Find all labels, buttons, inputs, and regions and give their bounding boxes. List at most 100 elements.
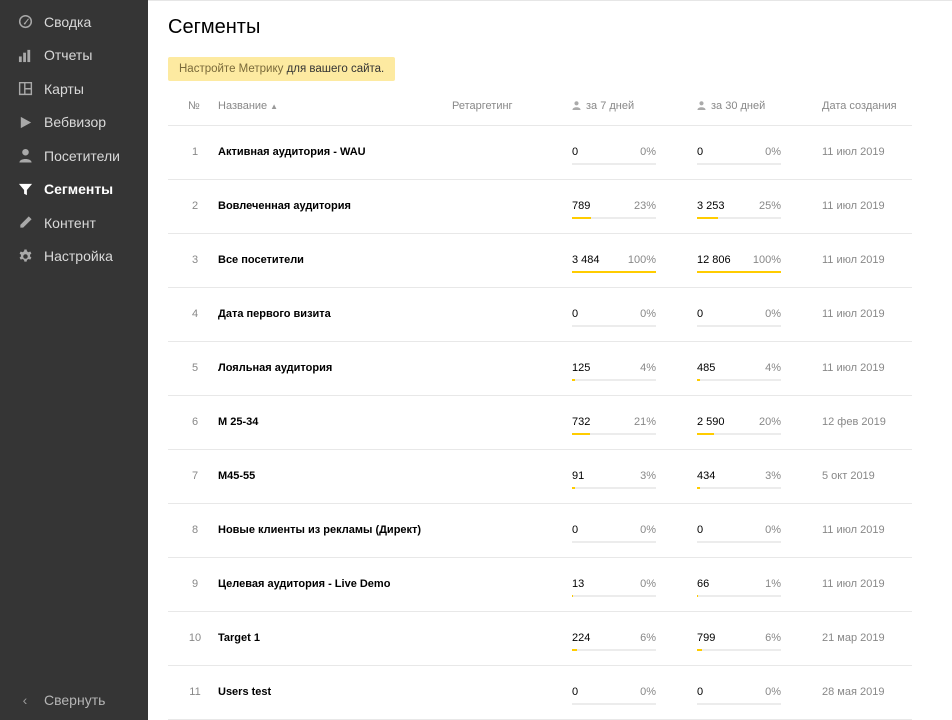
visitors-week-value: 13 — [572, 578, 585, 590]
segment-name-link[interactable]: Target 1 — [218, 632, 260, 644]
visitors-week-percent: 21% — [633, 416, 656, 428]
header-retargeting[interactable]: Ретаргетинг — [452, 100, 513, 112]
sidebar-item-3[interactable]: Карты — [0, 72, 148, 106]
visitors-month-metric: 3 253 25% — [697, 200, 781, 220]
segment-name-link[interactable]: М 25-34 — [218, 416, 258, 428]
map-icon — [17, 81, 33, 97]
visitors-month-bar-fill — [697, 379, 701, 381]
notice-text: для вашего сайта. — [283, 63, 385, 75]
table-row: 10 Target 1 224 6% 799 6% 21 мар 2019 — [168, 612, 912, 666]
visitors-month-metric: 2 590 20% — [697, 416, 781, 436]
visitors-month-bar — [697, 487, 781, 489]
visitors-week-value: 0 — [572, 524, 579, 536]
visitors-month-bar — [697, 163, 781, 165]
creation-date: 5 окт 2019 — [822, 470, 875, 482]
row-number: 10 — [188, 632, 202, 644]
bar-chart-icon — [17, 47, 33, 63]
visitors-month-value: 0 — [697, 308, 704, 320]
visitors-week-percent: 0% — [640, 146, 656, 158]
table-row: 8 Новые клиенты из рекламы (Директ) 0 0% 0 0%… — [168, 504, 912, 558]
sidebar-nav: Сводка Отчеты Карты Вебвизор Посетители Сегме… — [0, 5, 148, 273]
visitors-week-metric: 732 21% — [572, 416, 656, 436]
table-row: 7 М45-55 91 3% 434 3% 5 окт 2019 — [168, 450, 912, 504]
creation-date: 11 июл 2019 — [822, 146, 885, 158]
creation-date: 11 июл 2019 — [822, 578, 885, 590]
sidebar: Сводка Отчеты Карты Вебвизор Посетители Сегме… — [0, 0, 148, 720]
creation-date: 11 июл 2019 — [822, 362, 885, 374]
sidebar-item-7[interactable]: Контент — [0, 206, 148, 240]
collapse-sidebar-button[interactable]: ‹ Свернуть — [17, 692, 106, 708]
visitors-week-metric: 0 0% — [572, 308, 656, 328]
sidebar-item-8[interactable]: Настройка — [0, 240, 148, 274]
sidebar-item-label: Сводка — [44, 13, 92, 30]
setup-metrika-link[interactable]: Настройте Метрику — [179, 63, 283, 75]
visitors-week-metric: 91 3% — [572, 470, 656, 490]
header-week[interactable]: за 7 дней — [572, 100, 634, 112]
segment-name-link[interactable]: Целевая аудитория - Live Demo — [218, 578, 390, 590]
user-icon — [17, 148, 33, 164]
segment-name-link[interactable]: Все посетители — [218, 254, 304, 266]
visitors-month-metric: 0 0% — [697, 524, 781, 544]
dashboard-icon — [17, 14, 33, 30]
segment-name-link[interactable]: М45-55 — [218, 470, 255, 482]
segment-name-link[interactable]: Вовлеченная аудитория — [218, 200, 351, 212]
visitors-month-value: 799 — [697, 632, 716, 644]
visitors-week-bar — [572, 541, 656, 543]
sidebar-item-label: Сегменты — [44, 181, 114, 198]
visitors-week-metric: 0 0% — [572, 686, 656, 706]
header-month-label: за 30 дней — [711, 100, 766, 112]
visitors-week-bar-fill — [572, 649, 578, 651]
visitors-month-percent: 4% — [765, 362, 781, 374]
visitors-week-bar — [572, 595, 656, 597]
visitors-week-bar — [572, 163, 656, 165]
segment-name-link[interactable]: Активная аудитория - WAU — [218, 146, 366, 158]
visitors-week-value: 0 — [572, 146, 579, 158]
row-number: 11 — [189, 686, 201, 698]
header-created[interactable]: Дата создания — [822, 100, 897, 112]
sidebar-item-2[interactable]: Отчеты — [0, 39, 148, 73]
user-icon — [572, 101, 581, 110]
creation-date: 11 июл 2019 — [822, 524, 885, 536]
row-number: 9 — [191, 578, 199, 590]
sidebar-item-label: Отчеты — [44, 47, 93, 64]
segment-name-link[interactable]: Дата первого визита — [218, 308, 331, 320]
segment-name-link[interactable]: Users test — [218, 686, 271, 698]
sidebar-item-5[interactable]: Посетители — [0, 139, 148, 173]
sidebar-item-1[interactable]: Сводка — [0, 5, 148, 39]
collapse-label: Свернуть — [44, 692, 106, 708]
table-row: 3 Все посетители 3 484 100% 12 806 100% 11 июл… — [168, 234, 912, 288]
visitors-week-bar — [572, 271, 656, 273]
table-row: 4 Дата первого визита 0 0% 0 0% 11 июл 2019 — [168, 288, 912, 342]
visitors-month-metric: 0 0% — [697, 308, 781, 328]
table-header: № Название ▲ Ретаргетинг за 7 дней за 30 … — [168, 87, 912, 126]
header-name[interactable]: Название ▲ — [218, 100, 278, 112]
visitors-month-percent: 100% — [752, 254, 781, 266]
visitors-month-bar-fill — [697, 487, 700, 489]
sidebar-item-4[interactable]: Вебвизор — [0, 106, 148, 140]
row-number: 5 — [191, 362, 199, 374]
visitors-week-metric: 224 6% — [572, 632, 656, 652]
play-icon — [17, 114, 33, 130]
visitors-month-value: 434 — [697, 470, 716, 482]
header-month[interactable]: за 30 дней — [697, 100, 765, 112]
visitors-month-metric: 66 1% — [697, 578, 781, 598]
table-body: 1 Активная аудитория - WAU 0 0% 0 0% 11 июл 20… — [168, 126, 912, 720]
segment-name-link[interactable]: Лояльная аудитория — [218, 362, 332, 374]
visitors-month-bar-fill — [697, 217, 718, 219]
sidebar-item-label: Карты — [44, 80, 84, 97]
creation-date: 11 июл 2019 — [822, 254, 885, 266]
chevron-left-icon: ‹ — [22, 692, 28, 708]
visitors-week-percent: 23% — [633, 200, 656, 212]
visitors-week-bar — [572, 217, 656, 219]
header-name-label: Название — [218, 100, 268, 112]
segment-name-link[interactable]: Новые клиенты из рекламы (Директ) — [218, 524, 421, 536]
visitors-month-bar — [697, 217, 781, 219]
visitors-month-percent: 1% — [765, 578, 781, 590]
visitors-week-value: 789 — [572, 200, 591, 212]
visitors-week-bar-fill — [572, 379, 576, 381]
visitors-month-percent: 0% — [765, 146, 781, 158]
creation-date: 11 июл 2019 — [822, 308, 885, 320]
row-number: 3 — [191, 254, 199, 266]
visitors-month-value: 3 253 — [697, 200, 725, 212]
sidebar-item-6[interactable]: Сегменты — [0, 173, 148, 207]
